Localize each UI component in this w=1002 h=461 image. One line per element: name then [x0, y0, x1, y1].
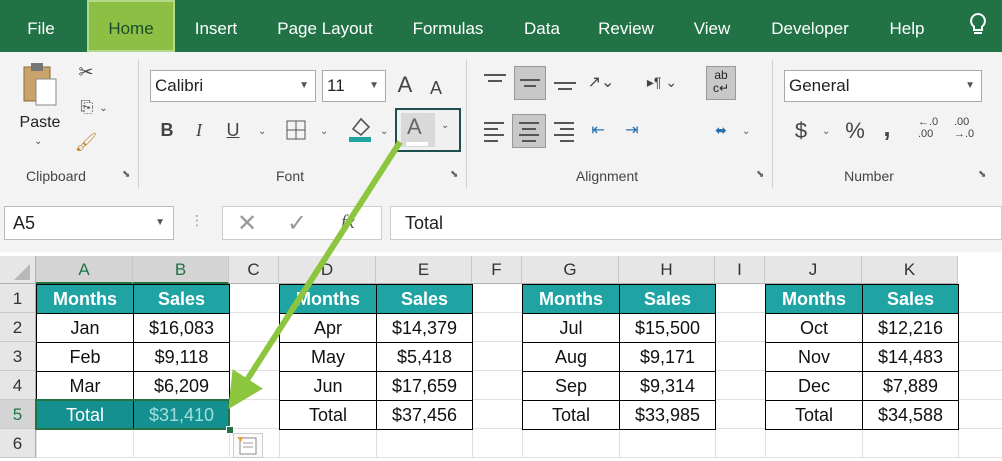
annotation-arrow [228, 140, 403, 410]
